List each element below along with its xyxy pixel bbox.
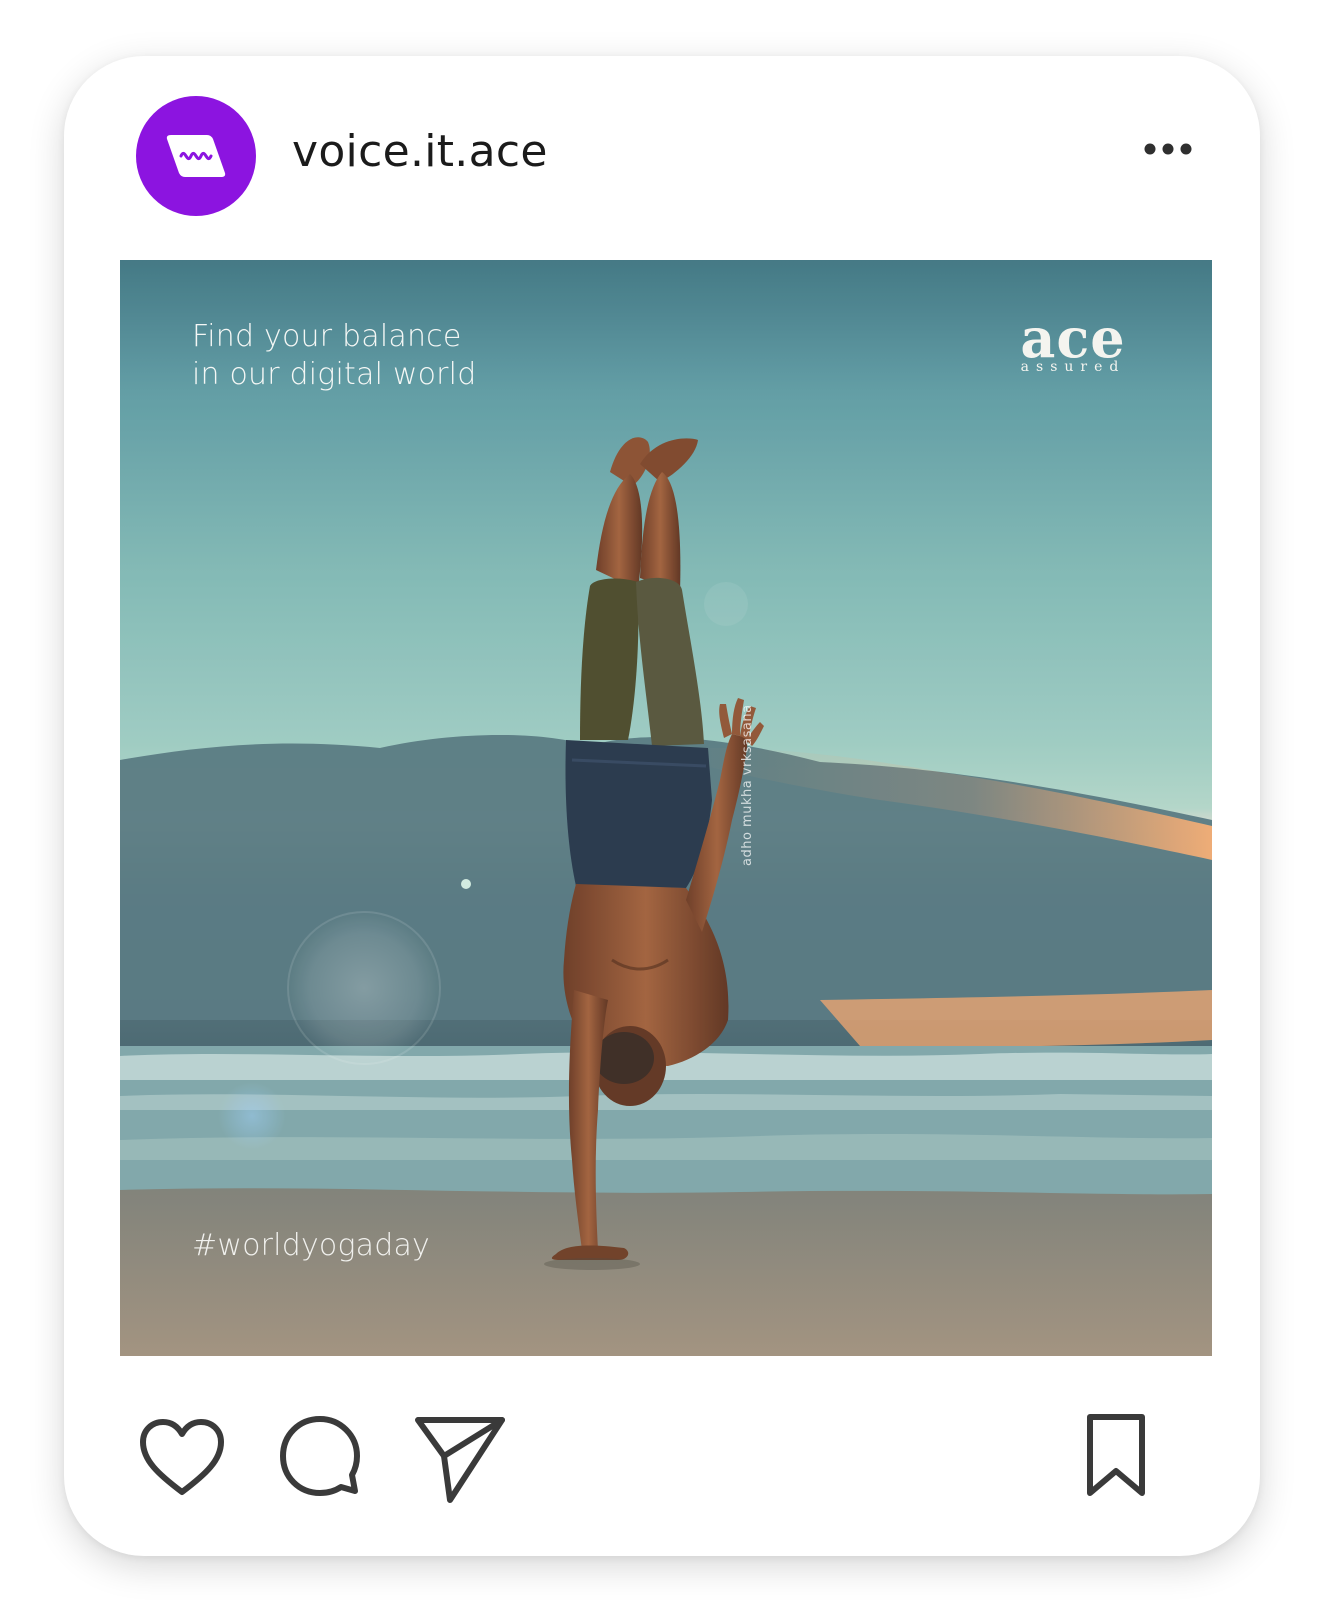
headline-line-2: in our digital world xyxy=(192,357,477,392)
brand-logo: ace assured xyxy=(1008,306,1138,375)
brand-name: ace xyxy=(1020,306,1126,370)
more-options-button[interactable] xyxy=(1136,134,1200,164)
send-icon xyxy=(415,1417,505,1503)
beach-handstand-photo xyxy=(120,437,1212,1356)
comment-button[interactable] xyxy=(278,1414,362,1498)
brand-wave-logo-icon xyxy=(166,135,226,177)
post-header: voice.it.ace xyxy=(64,56,1260,256)
heart-icon xyxy=(140,1419,224,1495)
save-button[interactable] xyxy=(1082,1412,1150,1500)
comment-icon xyxy=(280,1416,360,1496)
hashtag-label: #worldyogaday xyxy=(192,1228,431,1263)
page: voice.it.ace Find your balance in our di… xyxy=(0,0,1324,1624)
bookmark-icon xyxy=(1087,1414,1145,1496)
username[interactable]: voice.it.ace xyxy=(292,126,548,177)
pose-name-vertical-label: adho mukha vrksasana xyxy=(740,704,755,866)
like-button[interactable] xyxy=(136,1416,228,1500)
post-headline: Find your balance in our digital world xyxy=(192,318,476,394)
share-button[interactable] xyxy=(414,1412,506,1504)
headline-line-1: Find your balance xyxy=(192,319,462,354)
brand-tagline: assured xyxy=(1020,359,1126,375)
post-image[interactable]: Find your balance in our digital world a… xyxy=(120,260,1212,1356)
instagram-post-card: voice.it.ace Find your balance in our di… xyxy=(64,56,1260,1556)
avatar[interactable] xyxy=(136,96,256,216)
more-horizontal-icon xyxy=(1144,143,1192,155)
post-actions-bar xyxy=(64,1356,1260,1556)
